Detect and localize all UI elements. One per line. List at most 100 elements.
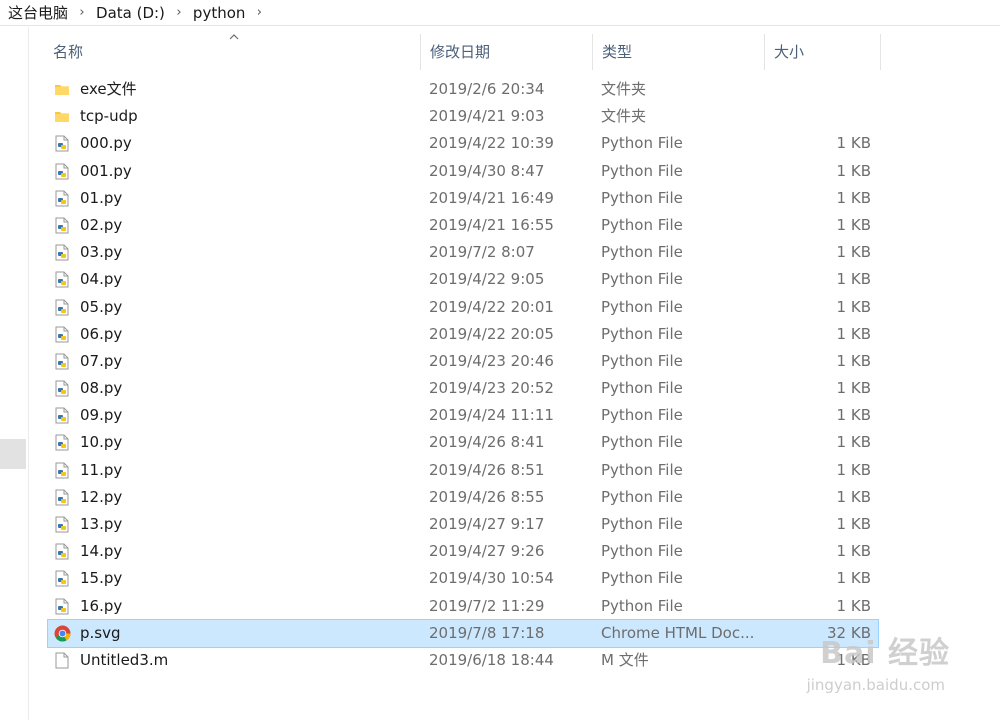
column-header-type[interactable]: 类型 [593, 34, 765, 70]
file-modified-date: 2019/4/26 8:41 [429, 433, 545, 452]
file-icon-cell [54, 538, 76, 565]
column-header-name[interactable]: 名称 [44, 34, 421, 70]
navigation-pane[interactable] [0, 27, 29, 720]
file-name: 12.py [80, 487, 123, 506]
column-header-name-label: 名称 [53, 43, 84, 61]
file-row[interactable]: 07.py 2019/4/23 20:46 Python File 1 KB [48, 348, 878, 375]
python-file-icon [54, 407, 70, 424]
breadcrumb-this-pc[interactable]: 这台电脑 [8, 2, 68, 23]
python-file-icon [54, 516, 70, 533]
python-file-icon [54, 353, 70, 370]
baidu-watermark-url: jingyan.baidu.com [806, 676, 945, 694]
file-modified-date: 2019/4/23 20:46 [429, 351, 554, 370]
file-type: Python File [601, 569, 683, 588]
file-name: 13.py [80, 515, 123, 533]
file-size: 1 KB [836, 161, 871, 180]
column-header-type-label: 类型 [602, 43, 633, 61]
file-row[interactable]: 13.py 2019/4/27 9:17 Python File 1 KB [48, 511, 878, 538]
file-icon-cell [54, 239, 76, 266]
nav-scrollbar-thumb[interactable] [0, 439, 26, 469]
file-icon-cell [54, 185, 76, 212]
file-row[interactable]: tcp-udp 2019/4/21 9:03 文件夹 [48, 103, 878, 130]
file-row[interactable]: 04.py 2019/4/22 9:05 Python File 1 KB [48, 266, 878, 293]
file-modified-date: 2019/4/21 16:55 [429, 215, 554, 234]
file-size: 1 KB [836, 215, 871, 234]
file-row[interactable]: 14.py 2019/4/27 9:26 Python File 1 KB [48, 538, 878, 565]
file-row[interactable]: p.svg 2019/7/8 17:18 Chrome HTML Doc... 32 … [47, 618, 879, 648]
file-type: Chrome HTML Doc... [601, 623, 755, 642]
breadcrumb-data-drive[interactable]: Data (D:) [96, 4, 165, 22]
file-modified-date: 2019/4/22 20:05 [429, 324, 554, 343]
file-row[interactable]: 001.py 2019/4/30 8:47 Python File 1 KB [48, 158, 878, 185]
file-size: 1 KB [836, 188, 871, 207]
file-row[interactable]: 03.py 2019/7/2 8:07 Python File 1 KB [48, 239, 878, 266]
file-row[interactable]: 08.py 2019/4/23 20:52 Python File 1 KB [48, 375, 878, 402]
file-row[interactable]: 16.py 2019/7/2 11:29 Python File 1 KB [48, 593, 878, 620]
address-bar[interactable]: 这台电脑 › Data (D:) › python › [0, 0, 1000, 26]
python-file-icon [54, 135, 70, 152]
file-row[interactable]: 11.py 2019/4/26 8:51 Python File 1 KB [48, 457, 878, 484]
file-size: 1 KB [836, 542, 871, 561]
file-row[interactable]: exe文件 2019/2/6 20:34 文件夹 [48, 76, 878, 103]
chevron-right-icon[interactable]: › [68, 5, 96, 20]
file-row[interactable]: Untitled3.m 2019/6/18 18:44 M 文件 1 KB [48, 647, 878, 674]
file-type: Python File [601, 433, 683, 452]
column-header-date[interactable]: 修改日期 [421, 34, 593, 70]
file-modified-date: 2019/4/22 20:01 [429, 297, 554, 316]
file-type: Python File [601, 188, 683, 207]
file-modified-date: 2019/4/21 9:03 [429, 107, 545, 126]
file-modified-date: 2019/4/24 11:11 [429, 406, 554, 425]
file-icon-cell [54, 130, 76, 157]
file-row[interactable]: 10.py 2019/4/26 8:41 Python File 1 KB [48, 429, 878, 456]
file-type: Python File [601, 542, 683, 561]
file-modified-date: 2019/7/2 8:07 [429, 243, 535, 262]
file-name: 03.py [80, 243, 123, 262]
file-row[interactable]: 02.py 2019/4/21 16:55 Python File 1 KB [48, 212, 878, 239]
file-icon-cell [54, 620, 76, 647]
file-name: exe文件 [80, 80, 137, 98]
file-type: Python File [601, 406, 683, 425]
file-modified-date: 2019/4/27 9:17 [429, 515, 545, 533]
file-size: 1 KB [836, 324, 871, 343]
file-icon-cell [54, 321, 76, 348]
file-size: 1 KB [836, 379, 871, 398]
blank-file-icon [54, 652, 70, 669]
file-name: 05.py [80, 297, 123, 316]
file-type: Python File [601, 324, 683, 343]
file-row[interactable]: 12.py 2019/4/26 8:55 Python File 1 KB [48, 484, 878, 511]
file-icon-cell [54, 76, 76, 103]
file-row[interactable]: 15.py 2019/4/30 10:54 Python File 1 KB [48, 565, 878, 592]
file-type: Python File [601, 460, 683, 479]
column-header-row: 名称 修改日期 类型 大小 [44, 34, 884, 70]
file-name: 09.py [80, 406, 123, 425]
file-row[interactable]: 01.py 2019/4/21 16:49 Python File 1 KB [48, 185, 878, 212]
file-type: Python File [601, 134, 683, 153]
file-icon-cell [54, 593, 76, 620]
file-size [768, 103, 871, 130]
breadcrumb-python[interactable]: python [193, 4, 245, 22]
column-header-size-label: 大小 [774, 43, 805, 61]
python-file-icon [54, 326, 70, 343]
file-icon-cell [54, 294, 76, 321]
chevron-right-icon[interactable]: › [165, 5, 193, 20]
file-name: 10.py [80, 433, 123, 452]
column-header-size[interactable]: 大小 [765, 34, 881, 70]
file-modified-date: 2019/4/30 10:54 [429, 569, 554, 588]
file-row[interactable]: 05.py 2019/4/22 20:01 Python File 1 KB [48, 294, 878, 321]
file-type: M 文件 [601, 650, 649, 669]
file-type: Python File [601, 215, 683, 234]
chevron-right-icon[interactable]: › [245, 5, 273, 20]
file-row[interactable]: 000.py 2019/4/22 10:39 Python File 1 KB [48, 130, 878, 157]
file-name: 06.py [80, 324, 123, 343]
file-modified-date: 2019/7/8 17:18 [429, 623, 545, 642]
python-file-icon [54, 271, 70, 288]
file-row[interactable]: 09.py 2019/4/24 11:11 Python File 1 KB [48, 402, 878, 429]
file-type: Python File [601, 297, 683, 316]
file-row[interactable]: 06.py 2019/4/22 20:05 Python File 1 KB [48, 321, 878, 348]
python-file-icon [54, 462, 70, 479]
file-size: 1 KB [836, 134, 871, 153]
file-size: 1 KB [836, 351, 871, 370]
file-type: Python File [601, 487, 683, 506]
file-modified-date: 2019/4/26 8:55 [429, 487, 545, 506]
file-name: 02.py [80, 215, 123, 234]
